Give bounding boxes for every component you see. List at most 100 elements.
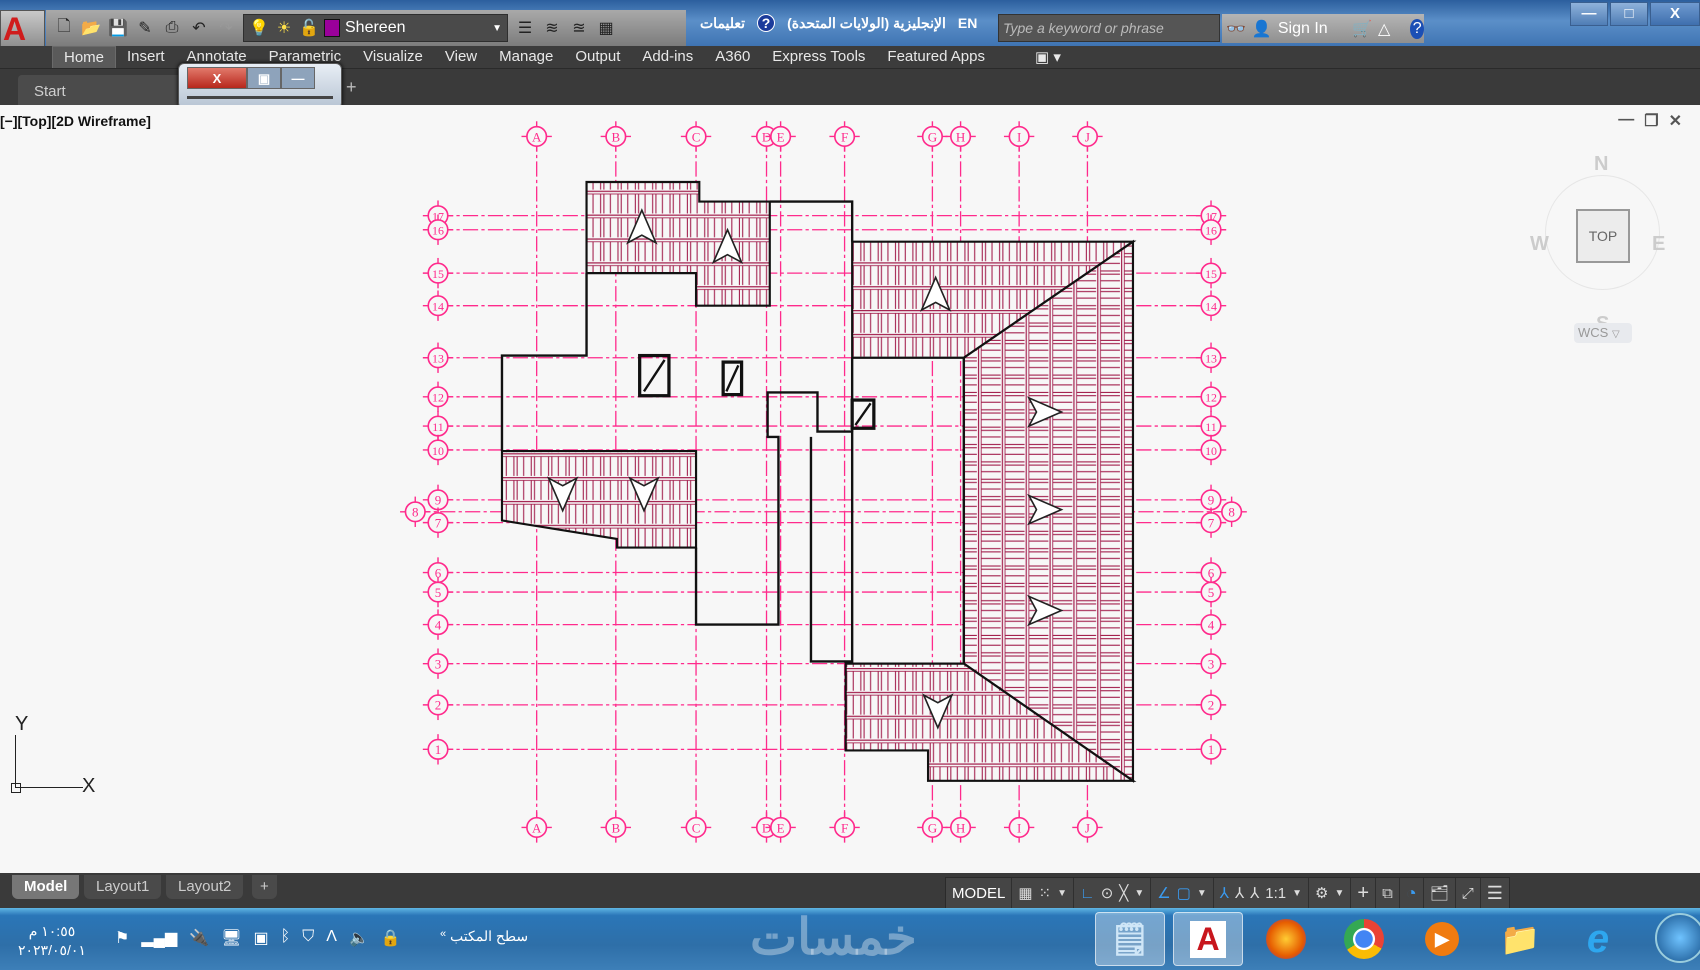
grid-bubble-col-E-bottom[interactable]: E bbox=[765, 812, 796, 843]
ribbon-tab-insert[interactable]: Insert bbox=[116, 46, 176, 68]
viewport-minimize-button[interactable]: — bbox=[1618, 111, 1634, 131]
grid-bubble-col-C-top[interactable]: C bbox=[680, 121, 712, 152]
ribbon-tab-add-ins[interactable]: Add-ins bbox=[631, 46, 704, 68]
grid-bubble-col-F-bottom[interactable]: F bbox=[829, 812, 860, 843]
ortho-polar-toggles[interactable]: ∟ ⊙ ╳ ▼ bbox=[1074, 878, 1152, 908]
match-layer-icon[interactable]: ≊ bbox=[569, 18, 589, 38]
table-icon[interactable]: ▦ bbox=[596, 18, 616, 38]
viewport-restore-button[interactable]: ❐ bbox=[1644, 111, 1658, 131]
grid-bubble-row-14-right[interactable]: 14 bbox=[1195, 290, 1227, 321]
grid-bubble-col-C-bottom[interactable]: C bbox=[680, 812, 712, 843]
clean-screen-properties-button[interactable]: 🗂 bbox=[1424, 878, 1456, 908]
grid-bubble-row-16-right[interactable]: 16 bbox=[1195, 214, 1227, 245]
undo-icon[interactable]: ↶ bbox=[189, 18, 209, 38]
grid-bubble-row-13-left[interactable]: 13 bbox=[422, 342, 454, 373]
grid-bubble-row-10-right[interactable]: 10 bbox=[1195, 434, 1227, 466]
desktop-toolbar[interactable]: « سطح المكتب bbox=[440, 928, 528, 945]
wall-outline-center[interactable] bbox=[694, 391, 854, 663]
maximize-button[interactable]: □ bbox=[1610, 2, 1648, 26]
grid-bubble-col-J-bottom[interactable]: J bbox=[1072, 812, 1103, 843]
grid-bubble-row-1-left[interactable]: 1 bbox=[422, 734, 454, 765]
lock-tray-icon[interactable]: 🔒 bbox=[381, 928, 401, 948]
wcs-dropdown[interactable]: WCS ▽ bbox=[1574, 323, 1632, 343]
hardware-acceleration-button[interactable]: ◔ bbox=[1400, 878, 1424, 908]
grid-bubble-row-16-left[interactable]: 16 bbox=[422, 214, 454, 245]
new-tab-button[interactable]: + bbox=[346, 77, 357, 98]
annotation-monitor-button[interactable]: + bbox=[1351, 878, 1377, 908]
roof-hatch-nw[interactable] bbox=[585, 180, 771, 307]
grid-bubble-col-H-bottom[interactable]: H bbox=[945, 812, 976, 843]
grid-bubble-row-15-right[interactable]: 15 bbox=[1195, 257, 1227, 289]
user-icon[interactable]: 👤 bbox=[1252, 19, 1272, 39]
customization-menu-button[interactable]: ☰ bbox=[1481, 878, 1509, 908]
save-icon[interactable]: 💾 bbox=[108, 18, 128, 38]
grid-bubble-col-H-top[interactable]: H bbox=[945, 121, 976, 152]
grid-bubble-row-3-left[interactable]: 3 bbox=[422, 648, 454, 679]
ribbon-tab-view[interactable]: View bbox=[434, 46, 488, 68]
grid-bubble-col-I-bottom[interactable]: I bbox=[1003, 812, 1035, 843]
grid-bubble-row-13-right[interactable]: 13 bbox=[1195, 342, 1227, 373]
drawing-viewport[interactable]: 17 17 16 16 15 15 14 14 13 13 12 12 11 11 10 10 9 9 8 8 7 7 6 6… bbox=[0, 105, 1700, 873]
grid-bubble-col-E-top[interactable]: E bbox=[765, 121, 796, 152]
grid-bubble-col-F-top[interactable]: F bbox=[829, 121, 860, 152]
grid-bubble-col-B-top[interactable]: B bbox=[600, 121, 631, 152]
tab-model[interactable]: Model bbox=[12, 875, 80, 899]
float-minimize-button[interactable]: — bbox=[281, 67, 315, 89]
wall-outline-north[interactable] bbox=[769, 200, 854, 242]
grid-bubble-row-2-right[interactable]: 2 bbox=[1195, 689, 1227, 721]
grid-bubble-col-I-top[interactable]: I bbox=[1003, 121, 1035, 152]
ribbon-tab-a360[interactable]: A360 bbox=[704, 46, 761, 68]
taskbar-clock[interactable]: ١٠:٥٥ م ٢٠٢٣/٠٥/٠١ bbox=[18, 922, 86, 960]
search-input[interactable]: Type a keyword or phrase bbox=[998, 14, 1220, 42]
layer-properties-icon[interactable]: ☰ bbox=[515, 18, 535, 38]
grid-bubble-row-2-left[interactable]: 2 bbox=[422, 689, 454, 721]
grid-bubble-row-3-right[interactable]: 3 bbox=[1195, 648, 1227, 679]
grid-bubble-row-14-left[interactable]: 14 bbox=[422, 290, 454, 321]
signal-icon[interactable]: ▂▄▆ bbox=[141, 928, 177, 948]
grid-bubble-row-1-right[interactable]: 1 bbox=[1195, 734, 1227, 765]
add-layout-button[interactable]: + bbox=[252, 875, 277, 899]
taskbar-internet-explorer[interactable]: e bbox=[1563, 912, 1633, 966]
autodesk-a360-icon[interactable]: △ bbox=[1378, 19, 1390, 39]
tab-layout2[interactable]: Layout2 bbox=[166, 875, 244, 899]
layer-states-icon[interactable]: ≋ bbox=[542, 18, 562, 38]
redo-icon[interactable]: ↷ bbox=[216, 18, 236, 38]
language-name[interactable]: الإنجليزية (الولايات المتحدة) bbox=[787, 15, 946, 32]
open-file-icon[interactable]: 📂 bbox=[81, 18, 101, 38]
clean-screen-button[interactable]: ⤢ bbox=[1456, 878, 1481, 908]
grid-bubble-col-A-bottom[interactable]: A bbox=[521, 812, 552, 843]
ribbon-tab-express-tools[interactable]: Express Tools bbox=[761, 46, 876, 68]
floor-plan-drawing[interactable]: 17 1716 1615 1514 1413 1312 1211 1110 109 98 87 76 6… bbox=[0, 105, 1700, 873]
taskbar-media-player[interactable]: ▶ bbox=[1407, 912, 1477, 966]
new-file-icon[interactable]: 🗋 bbox=[54, 18, 74, 38]
action-center-flag-icon[interactable]: ⚑ bbox=[115, 928, 129, 948]
annotation-scale-value[interactable]: 1:1 bbox=[1265, 885, 1286, 902]
grid-bubble-row-5-left[interactable]: 5 bbox=[422, 576, 454, 608]
minimize-button[interactable]: — bbox=[1570, 2, 1608, 26]
osnap-toggles[interactable]: ∠ ▢ ▼ bbox=[1151, 878, 1214, 908]
viewcube[interactable]: N S W E TOP WCS ▽ bbox=[1530, 145, 1670, 345]
taskbar-autocad[interactable]: A bbox=[1173, 912, 1243, 966]
app-tray-icon[interactable]: ▣ bbox=[254, 928, 269, 948]
taskbar-file-explorer[interactable]: 📁 bbox=[1485, 912, 1555, 966]
grid-bubble-col-G-bottom[interactable]: G bbox=[917, 812, 948, 843]
tab-layout1[interactable]: Layout1 bbox=[84, 875, 162, 899]
grid-bubble-row-4-right[interactable]: 4 bbox=[1195, 609, 1227, 640]
cart-icon[interactable]: 🛒 bbox=[1352, 19, 1372, 39]
start-button[interactable] bbox=[1655, 913, 1700, 963]
language-code[interactable]: EN bbox=[958, 15, 977, 31]
viewport-close-button[interactable]: ✕ bbox=[1669, 111, 1682, 131]
grid-bubble-row-4-left[interactable]: 4 bbox=[422, 609, 454, 640]
binoculars-icon[interactable]: 👓 bbox=[1226, 19, 1246, 39]
grid-bubble-col-A-top[interactable]: A bbox=[521, 121, 552, 152]
help-label[interactable]: تعليمات bbox=[700, 15, 745, 32]
compass-n[interactable]: N bbox=[1594, 153, 1608, 176]
model-space-button[interactable]: MODEL bbox=[946, 878, 1013, 908]
ribbon-tab-output[interactable]: Output bbox=[564, 46, 631, 68]
grid-bubble-col-B-bottom[interactable]: B bbox=[600, 812, 631, 843]
ribbon-tab-visualize[interactable]: Visualize bbox=[352, 46, 434, 68]
sign-in-button[interactable]: Sign In bbox=[1278, 20, 1346, 38]
float-restore-button[interactable]: ▣ bbox=[247, 67, 281, 89]
help-icon[interactable]: ? bbox=[757, 14, 776, 32]
roof-hatch-sw[interactable] bbox=[500, 449, 698, 549]
